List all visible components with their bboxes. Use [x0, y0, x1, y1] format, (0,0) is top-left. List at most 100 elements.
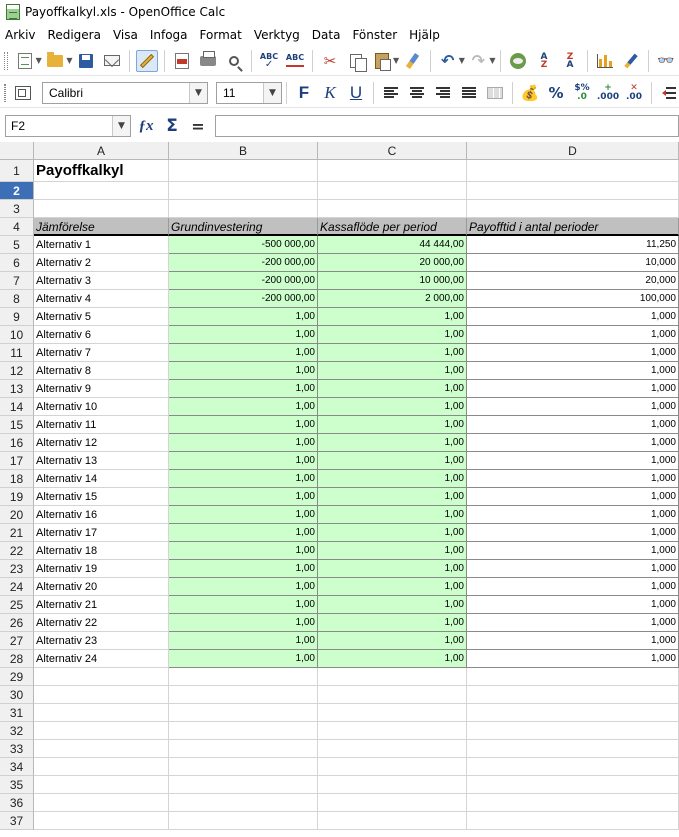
investment-value[interactable]: 1,00 [169, 578, 318, 596]
font-name-box[interactable]: Calibri ▼ [42, 81, 208, 104]
cell[interactable] [34, 704, 169, 722]
cashflow-value[interactable]: 1,00 [318, 596, 467, 614]
cashflow-value[interactable]: 1,00 [318, 560, 467, 578]
sheet-title[interactable]: Payoffkalkyl [34, 160, 169, 182]
payoff-value[interactable]: 1,000 [467, 470, 679, 488]
row-header-37[interactable]: 37 [0, 812, 34, 830]
payoff-value[interactable]: 1,000 [467, 578, 679, 596]
cell[interactable] [34, 740, 169, 758]
row-header-15[interactable]: 15 [0, 416, 34, 434]
investment-value[interactable]: 1,00 [169, 632, 318, 650]
payoff-value[interactable]: 1,000 [467, 452, 679, 470]
toolbar-grip[interactable] [4, 83, 6, 102]
payoff-value[interactable]: 1,000 [467, 596, 679, 614]
row-header-11[interactable]: 11 [0, 344, 34, 362]
row-header-22[interactable]: 22 [0, 542, 34, 560]
investment-value[interactable]: 1,00 [169, 416, 318, 434]
sort-ascending-button[interactable]: AZ [533, 50, 555, 72]
row-header-32[interactable]: 32 [0, 722, 34, 740]
navigator-button[interactable] [507, 50, 529, 72]
cashflow-value[interactable]: 1,00 [318, 344, 467, 362]
column-header-a[interactable]: A [34, 142, 169, 160]
alternative-label[interactable]: Alternativ 19 [34, 560, 169, 578]
cell[interactable] [34, 668, 169, 686]
sum-button[interactable]: Σ [161, 115, 183, 137]
row-header-33[interactable]: 33 [0, 740, 34, 758]
cell[interactable] [169, 182, 318, 200]
investment-value[interactable]: 1,00 [169, 398, 318, 416]
alternative-label[interactable]: Alternativ 3 [34, 272, 169, 290]
alternative-label[interactable]: Alternativ 18 [34, 542, 169, 560]
paste-dropdown-arrow[interactable]: ▼ [393, 56, 400, 65]
payoff-value[interactable]: 1,000 [467, 560, 679, 578]
row-header-31[interactable]: 31 [0, 704, 34, 722]
payoff-value[interactable]: 1,000 [467, 506, 679, 524]
cashflow-value[interactable]: 10 000,00 [318, 272, 467, 290]
investment-value[interactable]: 1,00 [169, 614, 318, 632]
cell[interactable] [34, 776, 169, 794]
formula-input[interactable] [215, 115, 679, 137]
payoff-value[interactable]: 1,000 [467, 614, 679, 632]
alternative-label[interactable]: Alternativ 1 [34, 236, 169, 254]
cell[interactable] [467, 182, 679, 200]
cell[interactable] [34, 722, 169, 740]
payoff-value[interactable]: 1,000 [467, 398, 679, 416]
cell[interactable] [169, 704, 318, 722]
row-header-19[interactable]: 19 [0, 488, 34, 506]
investment-value[interactable]: -500 000,00 [169, 236, 318, 254]
cashflow-value[interactable]: 2 000,00 [318, 290, 467, 308]
chevron-down-icon[interactable]: ▼ [263, 82, 281, 103]
menu-fonster[interactable]: Fönster [352, 28, 397, 42]
export-pdf-button[interactable] [171, 50, 193, 72]
alternative-label[interactable]: Alternativ 6 [34, 326, 169, 344]
decrease-indent-button[interactable] [658, 82, 679, 104]
cell[interactable] [318, 794, 467, 812]
cell[interactable] [318, 160, 467, 182]
cashflow-value[interactable]: 1,00 [318, 614, 467, 632]
row-header-1[interactable]: 1 [0, 160, 34, 182]
investment-value[interactable]: 1,00 [169, 344, 318, 362]
row-header-4[interactable]: 4 [0, 218, 34, 236]
merge-cells-button[interactable] [484, 82, 506, 104]
cell[interactable] [318, 686, 467, 704]
align-center-button[interactable] [406, 82, 428, 104]
cell[interactable] [169, 812, 318, 830]
sort-descending-button[interactable]: ZA [559, 50, 581, 72]
italic-button[interactable]: K [319, 82, 341, 104]
row-header-35[interactable]: 35 [0, 776, 34, 794]
toolbar-grip[interactable] [4, 51, 8, 70]
column-header-b[interactable]: B [169, 142, 318, 160]
redo-button[interactable]: ↷ [467, 50, 489, 72]
redo-dropdown-arrow[interactable]: ▼ [489, 56, 496, 65]
cell[interactable] [169, 794, 318, 812]
align-left-button[interactable] [380, 82, 402, 104]
row-header-10[interactable]: 10 [0, 326, 34, 344]
payoff-value[interactable]: 1,000 [467, 416, 679, 434]
menu-format[interactable]: Format [200, 28, 242, 42]
cell[interactable] [34, 758, 169, 776]
add-decimal-button[interactable]: + .000 [597, 82, 619, 104]
row-header-34[interactable]: 34 [0, 758, 34, 776]
payoff-value[interactable]: 1,000 [467, 542, 679, 560]
payoff-value[interactable]: 1,000 [467, 380, 679, 398]
row-header-21[interactable]: 21 [0, 524, 34, 542]
row-header-28[interactable]: 28 [0, 650, 34, 668]
cell[interactable] [169, 776, 318, 794]
column-title[interactable]: Jämförelse [34, 218, 169, 236]
cashflow-value[interactable]: 1,00 [318, 578, 467, 596]
alternative-label[interactable]: Alternativ 8 [34, 362, 169, 380]
chevron-down-icon[interactable]: ▼ [189, 82, 207, 103]
row-header-26[interactable]: 26 [0, 614, 34, 632]
cell[interactable] [467, 704, 679, 722]
payoff-value[interactable]: 1,000 [467, 326, 679, 344]
row-header-12[interactable]: 12 [0, 362, 34, 380]
column-title[interactable]: Grundinvestering [169, 218, 318, 236]
alternative-label[interactable]: Alternativ 5 [34, 308, 169, 326]
align-right-button[interactable] [432, 82, 454, 104]
justify-button[interactable] [458, 82, 480, 104]
undo-dropdown-arrow[interactable]: ▼ [459, 56, 466, 65]
payoff-value[interactable]: 20,000 [467, 272, 679, 290]
row-header-13[interactable]: 13 [0, 380, 34, 398]
row-header-5[interactable]: 5 [0, 236, 34, 254]
cell[interactable] [318, 740, 467, 758]
